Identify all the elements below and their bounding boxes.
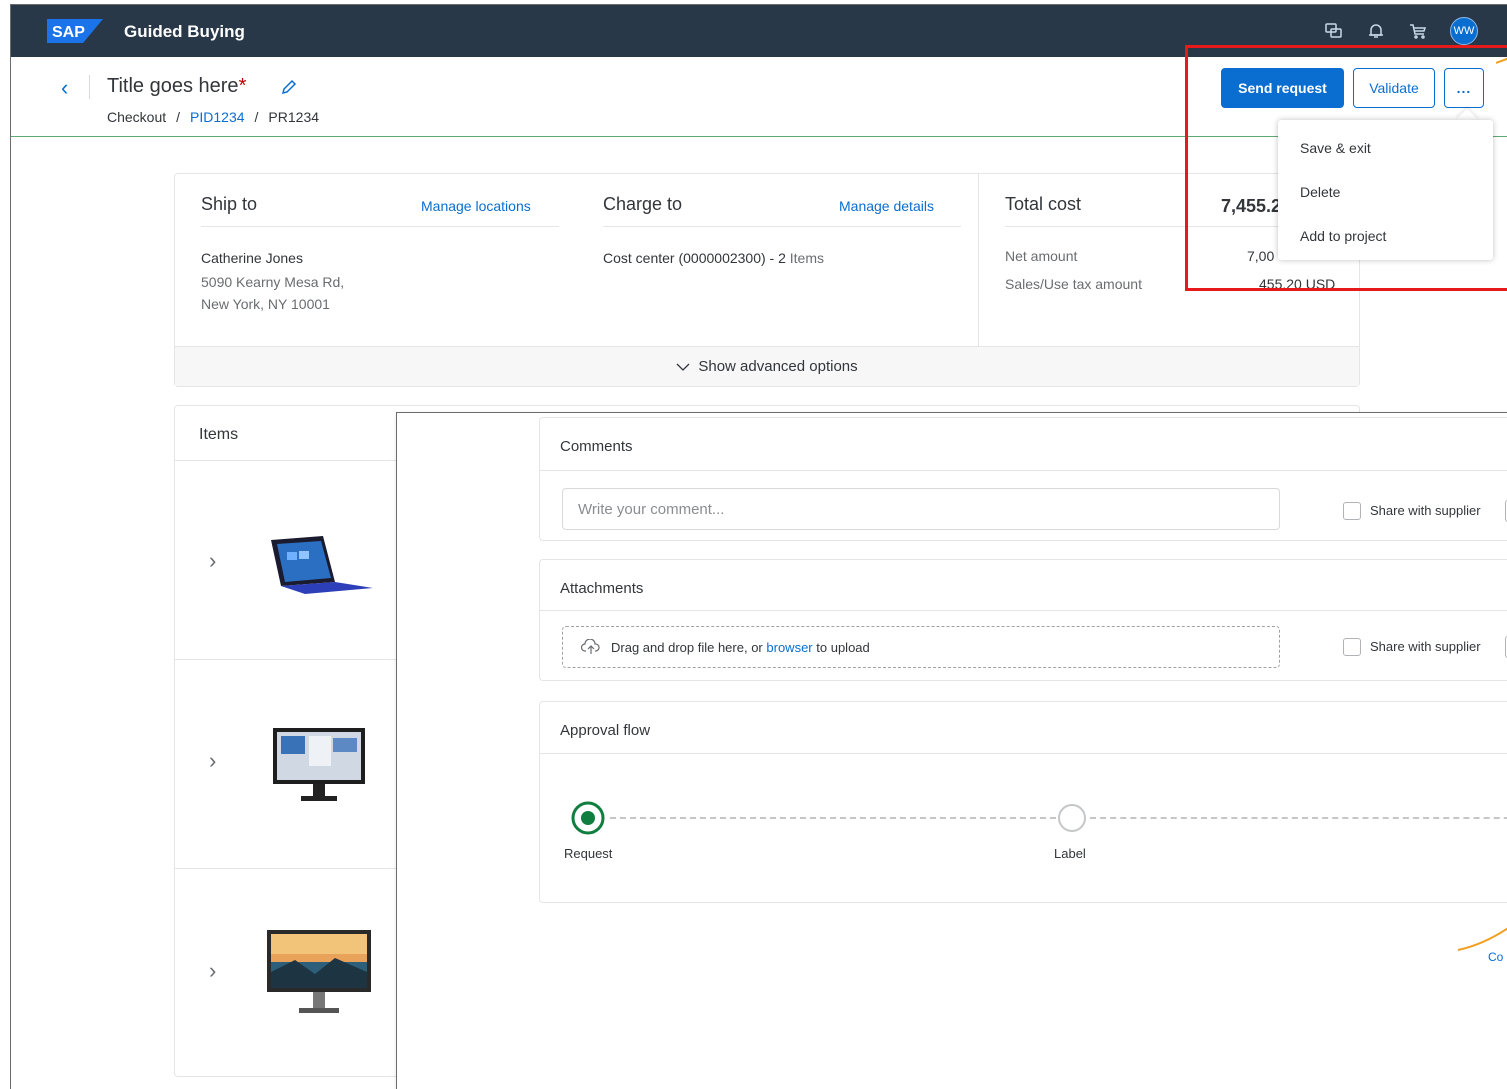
step-pending-icon[interactable] xyxy=(1056,802,1088,834)
dropzone-text: Drag and drop file here, or browser to u… xyxy=(611,639,870,655)
expand-chevron-icon[interactable]: › xyxy=(209,548,216,574)
comments-title: Comments xyxy=(560,438,633,455)
show-advanced-options-label: Show advanced options xyxy=(698,358,858,375)
annotation-text: Co xyxy=(1488,950,1504,964)
browse-link[interactable]: browser xyxy=(766,640,812,655)
required-mark: * xyxy=(238,75,247,97)
laptop-image xyxy=(271,536,373,594)
cost-center-text: Cost center (0000002300) - 2 xyxy=(603,250,786,266)
share-with-supplier-label: Share with supplier xyxy=(1370,639,1481,654)
column-divider xyxy=(978,174,979,346)
divider xyxy=(603,226,961,227)
ship-to-address-line1: 5090 Kearny Mesa Rd, xyxy=(201,274,345,290)
cost-center-suffix: Items xyxy=(789,250,825,266)
step-connector xyxy=(1090,817,1507,819)
divider xyxy=(201,226,559,227)
expand-chevron-icon[interactable]: › xyxy=(209,958,216,984)
breadcrumb-separator: / xyxy=(176,109,181,125)
monitor-image xyxy=(273,728,365,801)
items-title: Items xyxy=(199,426,239,443)
comment-input[interactable]: Write your comment... xyxy=(562,488,1280,530)
comments-card: Comments Write your comment... Share wit… xyxy=(539,417,1507,541)
net-amount-label: Net amount xyxy=(1005,248,1078,264)
expand-chevron-icon[interactable]: › xyxy=(209,748,216,774)
breadcrumb-checkout[interactable]: Checkout xyxy=(107,109,166,125)
share-with-supplier-checkbox[interactable] xyxy=(1343,638,1361,656)
bell-icon[interactable] xyxy=(1366,21,1386,41)
feedback-icon[interactable] xyxy=(1324,21,1344,41)
back-arrow-icon[interactable]: ‹ xyxy=(61,77,68,99)
annotation-highlight-box xyxy=(1185,45,1507,291)
show-advanced-options-button[interactable]: Show advanced options xyxy=(175,346,1359,386)
cloud-upload-icon xyxy=(581,639,600,654)
app-window: SAP Guided Buying WW ‹ Title goes here* … xyxy=(10,4,1507,1089)
step-label-request: Request xyxy=(564,846,613,861)
ship-to-name: Catherine Jones xyxy=(201,250,303,266)
sap-logo[interactable]: SAP xyxy=(47,19,103,43)
approval-flow-title: Approval flow xyxy=(560,722,651,739)
breadcrumb-pr: PR1234 xyxy=(268,109,320,125)
avatar[interactable]: WW xyxy=(1450,17,1478,45)
manage-details-link[interactable]: Manage details xyxy=(839,198,934,214)
logo-text: SAP xyxy=(52,24,85,41)
ship-to-title: Ship to xyxy=(201,194,258,214)
page-title-text: Title goes here xyxy=(107,75,239,97)
monitor-image xyxy=(267,930,371,1013)
divider xyxy=(540,470,1507,471)
attachments-title: Attachments xyxy=(560,580,644,597)
cost-center-label: Cost center (0000002300) - 2 Items xyxy=(603,250,824,266)
divider xyxy=(540,610,1507,611)
ship-to-address-line2: New York, NY 10001 xyxy=(201,296,330,312)
detail-overlay-panel: Comments Write your comment... Share wit… xyxy=(396,412,1507,1089)
total-cost-title: Total cost xyxy=(1005,194,1082,214)
share-with-supplier-checkbox[interactable] xyxy=(1343,502,1361,520)
cart-icon[interactable] xyxy=(1408,21,1428,41)
step-connector xyxy=(610,817,1056,819)
breadcrumb-separator: / xyxy=(254,109,259,125)
file-dropzone[interactable]: Drag and drop file here, or browser to u… xyxy=(562,626,1280,668)
breadcrumb-pid[interactable]: PID1234 xyxy=(190,109,244,125)
annotation-arrow-icon xyxy=(1457,927,1507,951)
manage-locations-link[interactable]: Manage locations xyxy=(421,198,531,214)
shell-actions: WW xyxy=(1324,17,1478,45)
step-label: Label xyxy=(1054,846,1086,861)
charge-to-title: Charge to xyxy=(603,194,683,214)
tax-amount-label: Sales/Use tax amount xyxy=(1005,276,1142,292)
edit-pencil-icon[interactable] xyxy=(281,79,297,100)
share-with-supplier-label: Share with supplier xyxy=(1370,503,1481,518)
divider xyxy=(540,753,1507,754)
app-title: Guided Buying xyxy=(124,22,245,41)
page-title: Title goes here* xyxy=(107,75,246,98)
header-divider xyxy=(89,75,90,99)
chevron-down-icon xyxy=(676,363,690,371)
summary-card: Ship to Manage locations Catherine Jones… xyxy=(174,173,1360,387)
approval-flow-card: Approval flow Request Label xyxy=(539,701,1507,903)
step-active-icon[interactable] xyxy=(570,800,606,836)
attachments-card: Attachments Drag and drop file here, or … xyxy=(539,559,1507,681)
breadcrumb: Checkout / PID1234 / PR1234 xyxy=(107,109,319,125)
annotation-arrow-icon xyxy=(1496,57,1507,64)
